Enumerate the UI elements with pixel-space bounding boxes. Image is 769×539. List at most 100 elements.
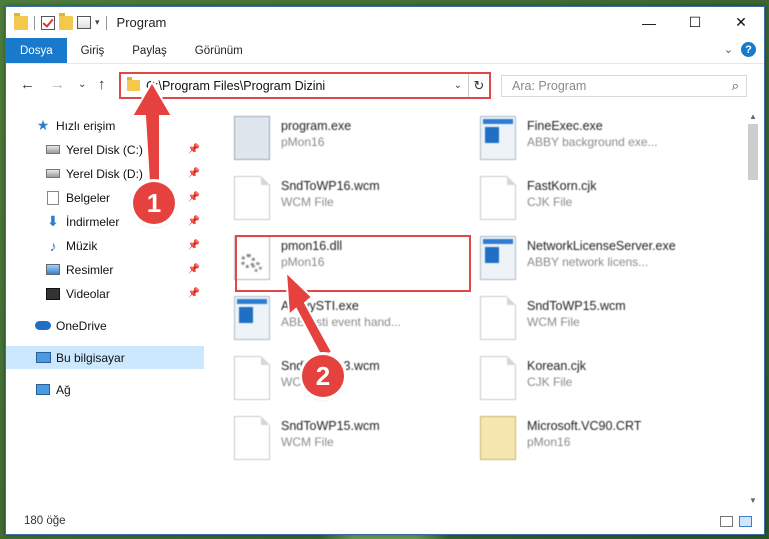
pin-icon[interactable]: 📌 [188,264,200,275]
refresh-icon[interactable]: ↻ [468,74,489,97]
disk-icon [45,166,61,182]
app-icon [480,116,516,160]
nav-item-label: Bu bilgisayar [56,350,125,365]
nav-item-label: Resimler [66,262,114,277]
scroll-up-icon[interactable]: ▲ [747,112,759,121]
file-name: SndToWP15.wcm [281,419,380,433]
scrollbar-thumb[interactable] [748,124,758,180]
network-icon [35,382,51,398]
file-type: WCM File [527,315,580,329]
file-name: FineExec.exe [527,119,603,133]
file-icon [480,296,516,340]
file-name: Microsoft.VC90.CRT [527,419,642,433]
nav-item-pictures[interactable]: Resimler 📌 [6,258,204,281]
vertical-scrollbar[interactable]: ▲ ▼ [747,110,759,507]
pin-icon[interactable]: 📌 [188,192,200,203]
nav-item-local-disk-c[interactable]: Yerel Disk (C:) 📌 [6,138,204,161]
nav-item-this-pc[interactable]: Bu bilgisayar [6,346,204,369]
folder-icon[interactable] [14,12,28,30]
maximize-button[interactable]: ☐ [672,7,718,38]
scroll-down-icon[interactable]: ▼ [747,496,759,505]
address-bar[interactable]: C:\Program Files\Program Dizini ⌄ ↻ [119,72,491,99]
file-type: pMon16 [527,435,571,449]
step-1-badge: 1 [133,182,175,224]
nav-item-videos[interactable]: Videolar 📌 [6,282,204,305]
file-item[interactable]: FastKorn.cjk CJK File [457,167,697,223]
music-icon: ♪ [49,237,57,254]
tab-file[interactable]: Dosya [6,38,67,63]
customize-dropdown-icon[interactable]: ▾ [95,17,100,28]
file-item[interactable]: NetworkLicenseServer.exe ABBY network li… [457,227,697,283]
file-icon [234,176,270,220]
pin-icon[interactable]: 📌 [188,144,200,155]
tab-home[interactable]: Giriş [67,38,119,63]
file-type: ABBY network licens... [527,255,649,269]
properties-check-icon[interactable] [41,15,55,30]
file-item[interactable]: program.exe pMon16 [211,107,451,163]
tab-view[interactable]: Görünüm [181,38,257,63]
nav-item-downloads[interactable]: ⬇ İndirmeler 📌 [6,210,204,233]
tiles-view-icon[interactable] [739,515,752,527]
pin-icon[interactable]: 📌 [188,216,200,227]
file-name: FastKorn.cjk [527,179,597,193]
address-row: ← → ⌄ ↑ C:\Program Files\Program Dizini … [6,69,764,101]
computer-icon [35,350,51,366]
back-arrow-icon[interactable]: ← [20,76,35,93]
nav-item-label: Videolar [66,286,110,301]
address-path[interactable]: C:\Program Files\Program Dizini [146,79,454,93]
file-item[interactable]: SndToWP15.wcm WCM File [457,287,697,343]
file-name: SndToWP16.wcm [281,179,380,193]
downloads-icon: ⬇ [47,213,59,229]
file-type: WCM File [281,435,334,449]
properties-icon[interactable] [77,16,91,29]
documents-icon [45,190,61,206]
search-icon[interactable]: ⌕ [732,78,739,94]
window-title: Program [116,15,167,30]
minimize-button[interactable]: — [626,7,672,38]
nav-item-music[interactable]: ♪ Müzik 📌 [6,234,204,257]
file-icon [480,356,516,400]
pin-icon[interactable]: 📌 [188,168,200,179]
item-count: 180 öğe [24,515,66,527]
chevron-down-icon[interactable]: ⌄ [724,43,733,56]
nav-item-local-disk-d[interactable]: Yerel Disk (D:) 📌 [6,162,204,185]
star-icon: ★ [36,117,50,133]
search-input[interactable]: Ara: Program ⌕ [501,75,747,97]
file-type: pMon16 [281,135,325,149]
close-button[interactable]: ✕ [718,7,764,38]
step-2-badge: 2 [302,355,344,397]
pin-icon[interactable]: 📌 [188,240,200,251]
address-dropdown-icon[interactable]: ⌄ [454,80,462,91]
file-type: CJK File [527,375,573,389]
file-item[interactable]: Korean.cjk CJK File [457,347,697,403]
pictures-icon [45,262,61,278]
recent-locations-chevron-icon[interactable]: ⌄ [78,79,86,90]
status-bar: 180 öğe [6,508,764,534]
file-item[interactable]: AbbyySTI.exe ABBY sti event hand... [211,287,451,343]
file-item[interactable]: SndToWP16.wcm WCM File [211,167,451,223]
file-type: WCM File [281,195,334,209]
search-placeholder[interactable]: Ara: Program [512,79,732,93]
nav-item-quick-access[interactable]: ★ Hızlı erişim [6,114,204,137]
nav-item-label: Hızlı erişim [56,118,116,133]
pin-icon[interactable]: 📌 [188,288,200,299]
up-arrow-icon[interactable]: ↑ [98,76,106,93]
file-item[interactable]: Microsoft.VC90.CRT pMon16 [457,407,697,463]
explorer-window: ▾ Program — ☐ ✕ Dosya Giriş Paylaş Görün… [5,6,765,535]
details-view-icon[interactable] [720,515,733,527]
help-icon[interactable]: ? [741,42,756,57]
videos-icon [45,286,61,302]
file-item[interactable]: FineExec.exe ABBY background exe... [457,107,697,163]
app-icon [480,236,516,280]
tab-share[interactable]: Paylaş [118,38,181,63]
new-folder-icon[interactable] [59,12,73,30]
nav-item-onedrive[interactable]: OneDrive [6,314,204,337]
forward-arrow-icon[interactable]: → [50,76,65,93]
file-name: Korean.cjk [527,359,587,373]
quick-access-toolbar: ▾ [14,12,109,30]
file-icon [480,176,516,220]
file-item[interactable]: SndToWP15.wcm WCM File [211,407,451,463]
folder-icon [127,77,140,91]
nav-item-network[interactable]: Ağ [6,378,204,401]
view-toggle [720,515,752,527]
